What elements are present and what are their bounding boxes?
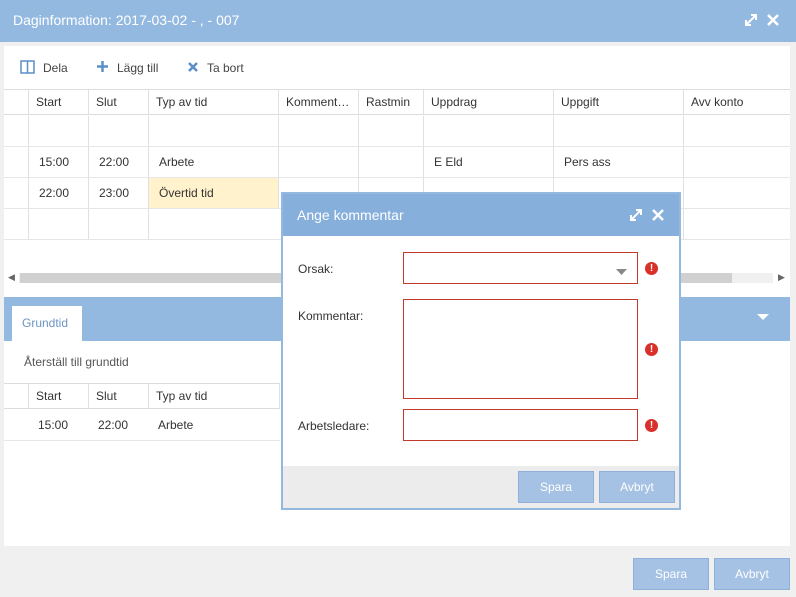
cell-start[interactable]: 15:00 [28, 147, 88, 177]
orsak-label: Orsak: [298, 262, 334, 276]
column-header-avv-konto[interactable]: Avv konto [683, 90, 790, 114]
remove-label: Ta bort [207, 61, 244, 75]
dialog-footer: Spara Avbryt [283, 466, 679, 508]
cell-typ-highlighted[interactable]: Övertid tid [148, 178, 278, 208]
add-label: Lägg till [117, 61, 159, 75]
maximize-icon[interactable] [743, 12, 759, 28]
chevron-down-icon [616, 265, 627, 279]
dialog-save-button[interactable]: Spara [518, 471, 594, 503]
window-title: Daginformation: 2017-03-02 - , - 007 [13, 12, 240, 28]
add-button[interactable]: Lägg till [96, 59, 158, 77]
cell-rastmin[interactable] [358, 147, 423, 177]
column-header-uppgift[interactable]: Uppgift [553, 90, 683, 114]
split-icon [20, 59, 35, 77]
arbetsledare-label: Arbetsledare: [298, 419, 370, 433]
cell-empty[interactable] [148, 209, 278, 239]
column-header-slut[interactable]: Slut [88, 90, 148, 114]
dialog-title: Ange kommentar [297, 207, 404, 223]
cell-typ[interactable]: Arbete [148, 410, 280, 440]
cell-avv-konto[interactable] [683, 178, 790, 208]
cell-uppdrag[interactable]: E Eld [423, 147, 553, 177]
split-button[interactable]: Dela [20, 59, 68, 77]
column-header-rastmin[interactable]: Rastmin [358, 90, 423, 114]
dialog-titlebar: Ange kommentar [283, 194, 679, 236]
comment-dialog: Ange kommentar Orsak: ! Kommentar: ! Arb… [281, 192, 681, 510]
plus-icon [96, 60, 109, 76]
cell-slut[interactable]: 22:00 [88, 410, 148, 440]
cell-slut[interactable]: 22:00 [88, 147, 148, 177]
footer-bar: Spara Avbryt [0, 549, 796, 597]
cell-avv-konto[interactable] [683, 147, 790, 177]
cell-komment[interactable] [278, 116, 358, 146]
scroll-left-icon[interactable]: ◀ [8, 272, 15, 283]
error-icon: ! [645, 343, 658, 356]
cell-slut[interactable] [88, 116, 148, 146]
cell-uppgift[interactable]: Pers ass [553, 147, 683, 177]
lower-column-start[interactable]: Start [28, 384, 88, 408]
kommentar-textarea[interactable] [403, 299, 638, 399]
remove-icon [187, 61, 199, 76]
column-header-komment[interactable]: Komment… [278, 90, 358, 114]
cell-avv-konto[interactable] [683, 116, 790, 146]
tab-grundtid[interactable]: Grundtid [12, 306, 82, 341]
cell-typ[interactable] [148, 116, 278, 146]
dialog-maximize-icon[interactable] [628, 207, 644, 223]
table-row[interactable]: 15:00 22:00 Arbete E Eld Pers ass [4, 147, 790, 178]
cell-empty[interactable] [88, 209, 148, 239]
lower-column-slut[interactable]: Slut [88, 384, 148, 408]
error-icon: ! [645, 419, 658, 432]
reset-to-base-link[interactable]: Återställ till grundtid [24, 355, 129, 369]
cell-start[interactable] [28, 116, 88, 146]
error-icon: ! [645, 262, 658, 275]
cell-start[interactable]: 22:00 [28, 178, 88, 208]
column-header-start[interactable]: Start [28, 90, 88, 114]
footer-cancel-button[interactable]: Avbryt [714, 558, 790, 590]
cell-start[interactable]: 15:00 [28, 410, 88, 440]
grid-header: Start Slut Typ av tid Komment… Rastmin U… [4, 89, 790, 115]
cell-rastmin[interactable] [358, 116, 423, 146]
cell-slut[interactable]: 23:00 [88, 178, 148, 208]
table-row[interactable]: 15:00 22:00 Arbete [4, 410, 280, 441]
lower-grid-header: Start Slut Typ av tid [4, 383, 280, 409]
remove-button[interactable]: Ta bort [187, 59, 244, 77]
table-row[interactable] [4, 116, 790, 147]
column-header-typ[interactable]: Typ av tid [148, 90, 278, 114]
window-titlebar: Daginformation: 2017-03-02 - , - 007 [0, 0, 796, 42]
cell-typ[interactable]: Arbete [148, 147, 278, 177]
cell-empty[interactable] [28, 209, 88, 239]
footer-save-button[interactable]: Spara [633, 558, 709, 590]
cell-komment[interactable] [278, 147, 358, 177]
dialog-close-icon[interactable] [650, 207, 666, 223]
chevron-down-icon[interactable] [756, 311, 770, 325]
cell-uppdrag[interactable] [423, 116, 553, 146]
arbetsledare-input[interactable] [403, 409, 638, 441]
kommentar-label: Kommentar: [298, 309, 364, 323]
cell-empty[interactable] [683, 209, 790, 239]
scroll-right-icon[interactable]: ▶ [778, 272, 785, 283]
split-label: Dela [43, 61, 68, 75]
cell-uppgift[interactable] [553, 116, 683, 146]
close-icon[interactable] [765, 12, 781, 28]
column-header-uppdrag[interactable]: Uppdrag [423, 90, 553, 114]
lower-column-typ[interactable]: Typ av tid [148, 384, 280, 408]
orsak-select[interactable] [403, 252, 638, 284]
dialog-cancel-button[interactable]: Avbryt [599, 471, 675, 503]
